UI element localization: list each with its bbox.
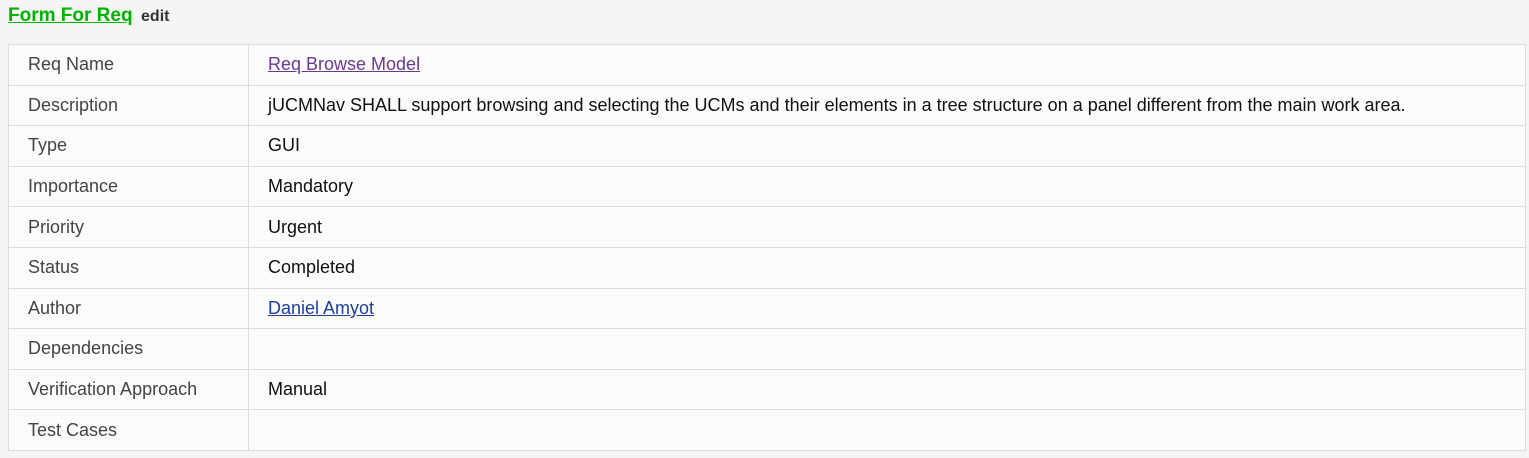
req-name-link[interactable]: Req Browse Model: [268, 54, 420, 74]
form-title-link[interactable]: Form For Req: [8, 5, 133, 26]
row-test-cases: Test Cases: [8, 409, 1526, 451]
type-value: GUI: [248, 125, 1526, 167]
verification-approach-value: Manual: [248, 368, 1526, 410]
req-form-table: Req Name Req Browse Model Description jU…: [8, 44, 1526, 451]
author-value: Daniel Amyot: [248, 287, 1526, 329]
row-author: Author Daniel Amyot: [8, 287, 1526, 329]
description-value: jUCMNav SHALL support browsing and selec…: [248, 84, 1526, 126]
type-label: Type: [8, 125, 249, 167]
status-value: Completed: [248, 246, 1526, 289]
dependencies-label: Dependencies: [8, 328, 249, 370]
description-label: Description: [8, 84, 249, 126]
row-verification-approach: Verification Approach Manual: [8, 368, 1526, 410]
importance-value: Mandatory: [248, 165, 1526, 207]
test-cases-label: Test Cases: [8, 409, 249, 451]
verification-approach-label: Verification Approach: [8, 368, 249, 410]
row-priority: Priority Urgent: [8, 206, 1526, 248]
row-dependencies: Dependencies: [8, 328, 1526, 370]
row-type: Type GUI: [8, 125, 1526, 167]
priority-value: Urgent: [248, 206, 1526, 248]
importance-label: Importance: [8, 165, 249, 207]
author-label: Author: [8, 287, 249, 329]
page-header: Form For Req edit: [8, 3, 169, 29]
edit-link[interactable]: edit: [141, 8, 169, 25]
row-description: Description jUCMNav SHALL support browsi…: [8, 84, 1526, 126]
priority-label: Priority: [8, 206, 249, 248]
row-importance: Importance Mandatory: [8, 165, 1526, 207]
test-cases-value: [248, 409, 1526, 451]
author-link[interactable]: Daniel Amyot: [268, 298, 374, 318]
row-req-name: Req Name Req Browse Model: [8, 44, 1526, 86]
dependencies-value: [248, 328, 1526, 370]
status-label: Status: [8, 246, 249, 289]
row-status: Status Completed: [8, 246, 1526, 289]
req-name-value: Req Browse Model: [248, 44, 1526, 86]
req-name-label: Req Name: [8, 44, 249, 86]
